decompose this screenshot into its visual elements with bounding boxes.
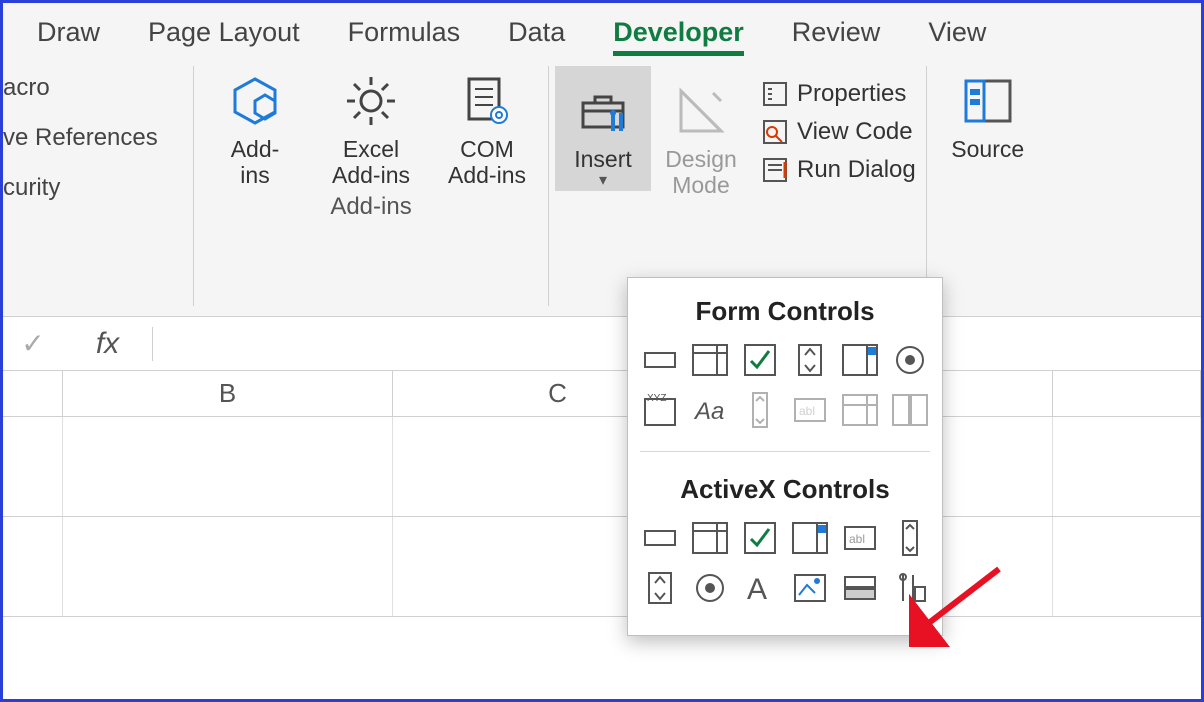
truncated-code-group: acro ve References curity bbox=[3, 56, 193, 316]
ax-label-icon[interactable]: A bbox=[737, 565, 783, 611]
row-1[interactable] bbox=[3, 417, 1201, 517]
combobox-icon[interactable] bbox=[687, 337, 733, 383]
tab-page-layout[interactable]: Page Layout bbox=[148, 17, 300, 48]
activex-controls-grid: abl A bbox=[628, 515, 942, 625]
properties-label: Properties bbox=[797, 80, 906, 108]
combolist-icon bbox=[887, 387, 933, 433]
ax-button-icon[interactable] bbox=[637, 515, 683, 561]
add-ins-button[interactable]: Add- ins bbox=[200, 56, 310, 189]
label-icon[interactable]: Aa bbox=[687, 387, 733, 433]
insert-button[interactable]: Insert ▾ bbox=[555, 66, 651, 191]
ribbon: Draw Page Layout Formulas Data Developer… bbox=[3, 3, 1201, 317]
ribbon-tabs: Draw Page Layout Formulas Data Developer… bbox=[3, 3, 1201, 56]
cancel-icon[interactable]: ✓ bbox=[3, 327, 63, 360]
column-headers: B C D bbox=[3, 371, 1201, 417]
run-dialog-icon bbox=[761, 156, 789, 184]
excel-add-ins-button[interactable]: Excel Add-ins bbox=[316, 56, 426, 189]
row-2[interactable] bbox=[3, 517, 1201, 617]
hexagon-icon bbox=[227, 66, 283, 136]
col-header-gutter[interactable] bbox=[3, 371, 63, 416]
form-controls-grid: XYZ Aa abl bbox=[628, 337, 942, 447]
form-controls-title: Form Controls bbox=[628, 278, 942, 337]
ax-more-icon[interactable] bbox=[887, 565, 933, 611]
run-dialog-label: Run Dialog bbox=[797, 156, 916, 184]
excel-add-ins-label: Excel Add-ins bbox=[332, 136, 410, 189]
addins-group-label: Add-ins bbox=[330, 193, 411, 225]
add-ins-label: Add- ins bbox=[231, 136, 280, 189]
tab-data[interactable]: Data bbox=[508, 17, 565, 48]
addins-group: Add- ins Excel Add-ins COM Add-ins Add-i… bbox=[194, 56, 548, 316]
ax-spin-icon[interactable] bbox=[637, 565, 683, 611]
tab-view[interactable]: View bbox=[928, 17, 986, 48]
truncated-item[interactable]: acro bbox=[3, 74, 193, 102]
truncated-item[interactable]: curity bbox=[3, 174, 193, 202]
run-dialog-button[interactable]: Run Dialog bbox=[761, 156, 916, 184]
properties-icon bbox=[761, 80, 789, 108]
scrollbar-icon bbox=[737, 387, 783, 433]
combo2-icon bbox=[837, 387, 883, 433]
ax-textbox-icon[interactable]: abl bbox=[837, 515, 883, 561]
list-gear-icon bbox=[459, 66, 515, 136]
svg-text:XYZ: XYZ bbox=[647, 393, 666, 404]
tab-formulas[interactable]: Formulas bbox=[348, 17, 461, 48]
ax-image-icon[interactable] bbox=[787, 565, 833, 611]
chevron-down-icon: ▾ bbox=[599, 172, 607, 190]
ruler-triangle-icon bbox=[673, 76, 729, 146]
insert-label: Insert bbox=[574, 146, 632, 172]
controls-side-list: Properties View Code Run Dialog bbox=[751, 66, 920, 184]
toolbox-icon bbox=[575, 76, 631, 146]
design-mode-button[interactable]: Design Mode bbox=[651, 66, 751, 199]
ax-option-icon[interactable] bbox=[687, 565, 733, 611]
formula-bar: ✓ fx bbox=[3, 317, 1201, 371]
svg-text:abl: abl bbox=[799, 404, 815, 418]
view-code-button[interactable]: View Code bbox=[761, 118, 916, 146]
tab-developer[interactable]: Developer bbox=[613, 17, 744, 48]
option-icon[interactable] bbox=[887, 337, 933, 383]
col-header-B[interactable]: B bbox=[63, 371, 393, 416]
com-add-ins-label: COM Add-ins bbox=[448, 136, 526, 189]
com-add-ins-button[interactable]: COM Add-ins bbox=[432, 56, 542, 189]
design-mode-label: Design Mode bbox=[665, 146, 737, 199]
svg-text:abl: abl bbox=[849, 532, 865, 546]
ax-toggle-icon[interactable] bbox=[837, 565, 883, 611]
svg-text:Aa: Aa bbox=[693, 398, 724, 425]
ax-listbox-icon[interactable] bbox=[787, 515, 833, 561]
checkbox-icon[interactable] bbox=[737, 337, 783, 383]
button-icon[interactable] bbox=[637, 337, 683, 383]
spin-icon[interactable] bbox=[787, 337, 833, 383]
dropdown-separator bbox=[640, 451, 930, 452]
tab-draw[interactable]: Draw bbox=[37, 17, 100, 48]
col-header-next[interactable] bbox=[1053, 371, 1201, 416]
source-button[interactable]: Source bbox=[933, 56, 1043, 162]
view-code-label: View Code bbox=[797, 118, 913, 146]
properties-button[interactable]: Properties bbox=[761, 80, 916, 108]
fx-label[interactable]: fx bbox=[63, 327, 153, 361]
truncated-item[interactable]: ve References bbox=[3, 124, 193, 152]
tab-review[interactable]: Review bbox=[792, 17, 881, 48]
ax-checkbox-icon[interactable] bbox=[737, 515, 783, 561]
source-pane-icon bbox=[960, 66, 1016, 136]
worksheet-grid[interactable]: B C D bbox=[3, 371, 1201, 617]
activex-controls-title: ActiveX Controls bbox=[628, 456, 942, 515]
ax-scrollbar-icon[interactable] bbox=[887, 515, 933, 561]
groupbox-icon[interactable]: XYZ bbox=[637, 387, 683, 433]
view-code-icon bbox=[761, 118, 789, 146]
ax-combobox-icon[interactable] bbox=[687, 515, 733, 561]
xml-group: Source bbox=[927, 56, 1049, 316]
gear-icon bbox=[343, 66, 399, 136]
textfield-icon: abl bbox=[787, 387, 833, 433]
insert-dropdown: Form Controls XYZAaabl ActiveX Controls … bbox=[627, 277, 943, 636]
source-label: Source bbox=[951, 136, 1024, 162]
svg-text:A: A bbox=[747, 573, 767, 606]
listbox-icon[interactable] bbox=[837, 337, 883, 383]
